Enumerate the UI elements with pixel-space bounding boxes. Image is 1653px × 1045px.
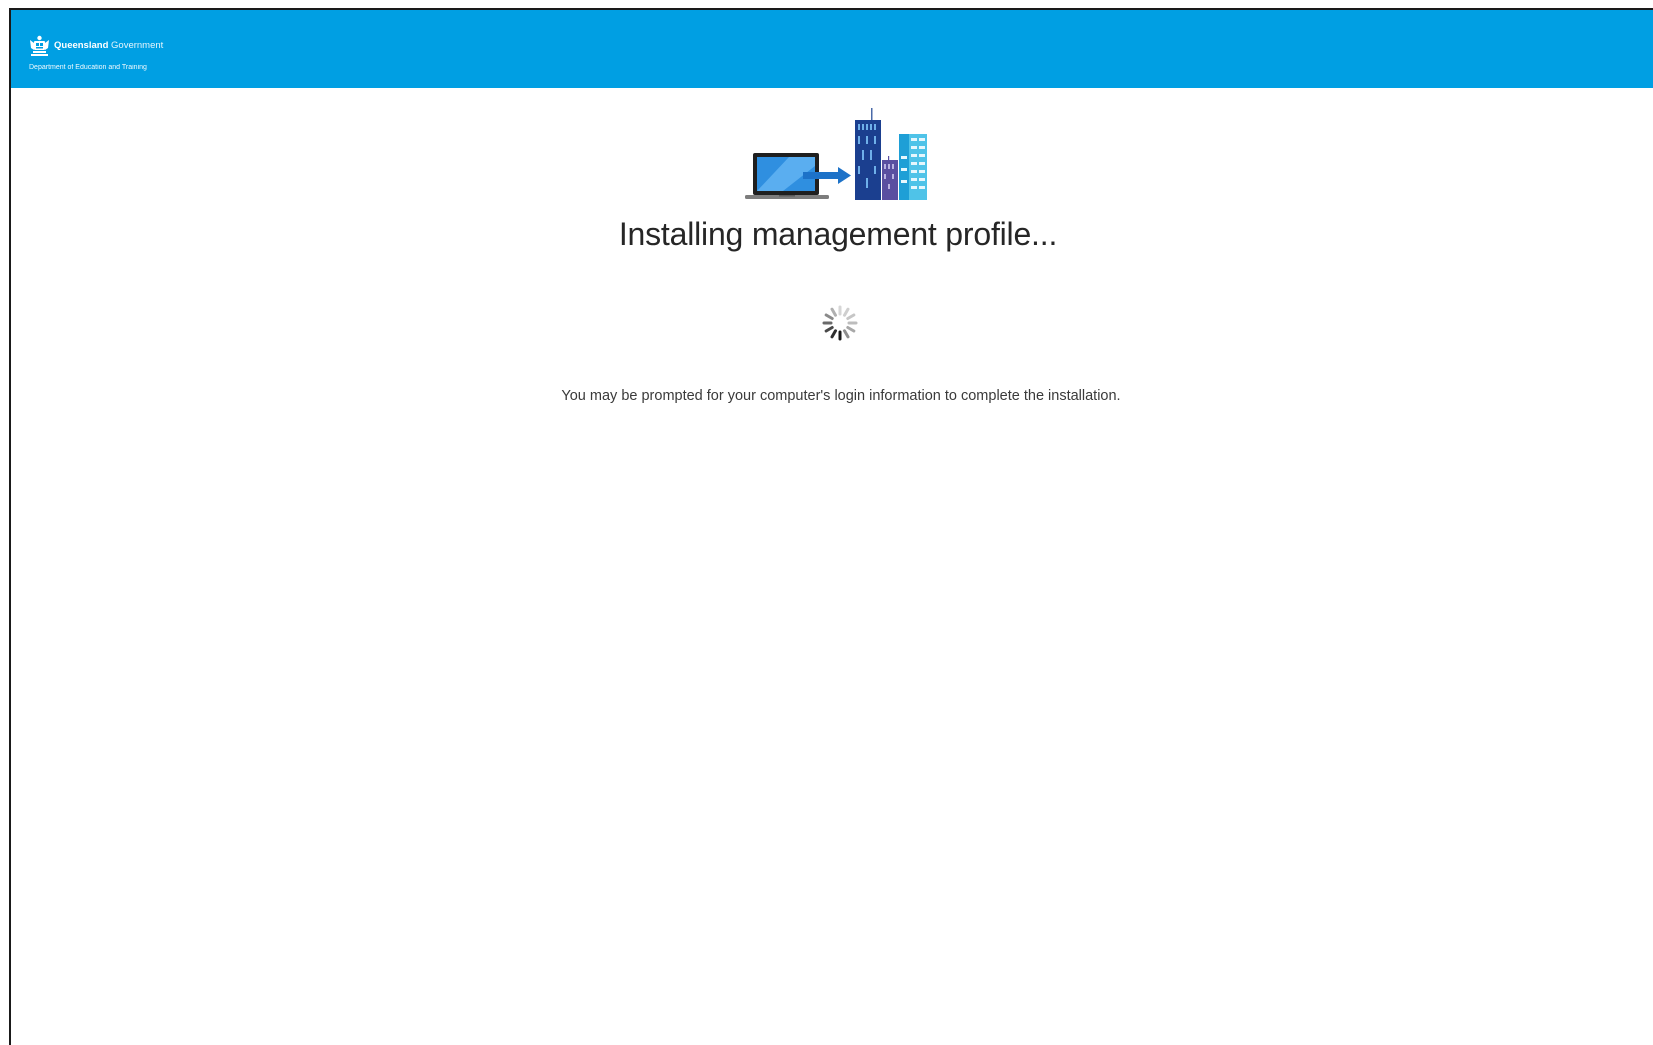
- page-title: Installing management profile...: [618, 216, 1058, 252]
- organisation-name-bold: Queensland: [54, 40, 109, 52]
- browser-frame: Queensland Government Department of Educ…: [9, 8, 1653, 1045]
- top-header-bar: Queensland Government Department of Educ…: [11, 10, 1653, 88]
- main-content: Installing management profile... You may…: [11, 88, 1653, 1045]
- organisation-name-light: Government: [111, 40, 164, 52]
- organisation-name: Queensland Government: [54, 41, 163, 51]
- loading-spinner-icon: [822, 305, 858, 341]
- organisation-logo: Queensland Government Department of Educ…: [28, 34, 163, 71]
- department-name: Department of Education and Training: [29, 64, 147, 71]
- queensland-crest-icon: [30, 35, 49, 56]
- laptop-to-office-buildings-icon: [745, 108, 927, 200]
- login-prompt-note: You may be prompted for your computer's …: [561, 388, 1121, 404]
- logo-row: Queensland Government: [28, 34, 163, 58]
